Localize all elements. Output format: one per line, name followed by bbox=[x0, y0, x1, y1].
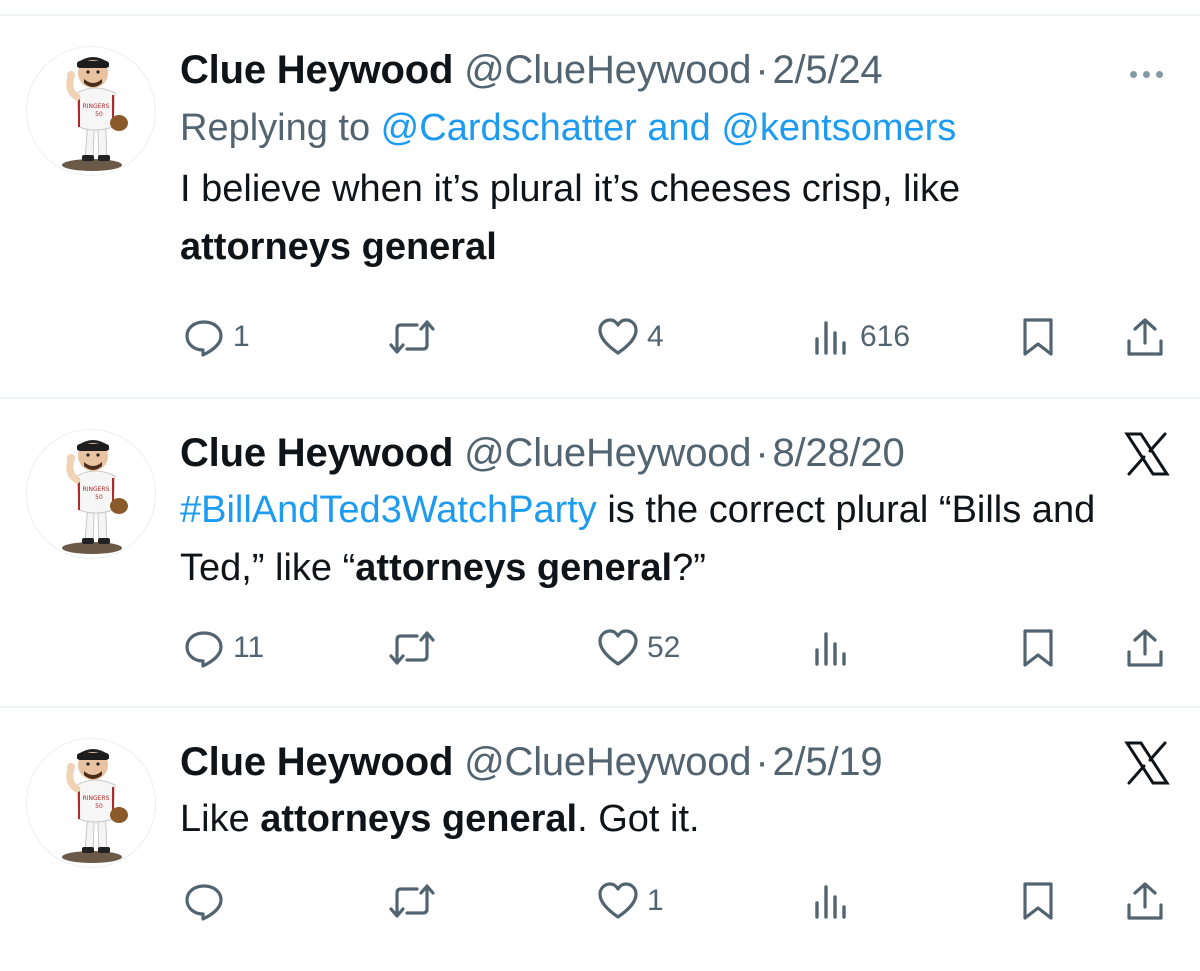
bold-text: attorneys general bbox=[180, 226, 497, 268]
separator-dot: · bbox=[755, 48, 769, 92]
reply-icon bbox=[185, 631, 223, 668]
retweet-button[interactable] bbox=[387, 628, 437, 668]
view-count: 616 bbox=[860, 320, 911, 353]
views-icon bbox=[815, 885, 846, 919]
author-handle[interactable]: @ClueHeywood bbox=[464, 48, 751, 92]
bookmark-icon bbox=[1023, 318, 1053, 356]
author-name[interactable]: Clue Heywood bbox=[180, 431, 453, 475]
reply-button[interactable]: 1 bbox=[183, 317, 250, 357]
share-button[interactable] bbox=[1124, 628, 1166, 668]
avatar[interactable]: RINGERS 50 bbox=[26, 738, 156, 868]
bookmark-button[interactable] bbox=[1017, 881, 1059, 921]
author-handle[interactable]: @ClueHeywood bbox=[464, 740, 751, 784]
bookmark-icon bbox=[1023, 629, 1053, 667]
share-button[interactable] bbox=[1124, 317, 1166, 357]
views-button[interactable] bbox=[810, 628, 860, 668]
tweet-header: Clue Heywood @ClueHeywood · 2/5/24 bbox=[180, 44, 1140, 96]
bold-text: attorneys general bbox=[260, 798, 578, 840]
action-bar: 11 52 bbox=[0, 628, 1200, 668]
like-count: 1 bbox=[647, 884, 664, 917]
like-button[interactable]: 52 bbox=[597, 628, 680, 668]
svg-text:RINGERS: RINGERS bbox=[83, 795, 110, 802]
tweet-content: Clue Heywood @ClueHeywood · 2/5/24 Replyin… bbox=[180, 44, 1140, 276]
svg-text:50: 50 bbox=[95, 803, 103, 810]
share-icon bbox=[1127, 882, 1163, 920]
like-count: 52 bbox=[647, 631, 681, 664]
replying-prefix: Replying to bbox=[180, 107, 381, 149]
like-count: 4 bbox=[647, 320, 664, 353]
mention-joiner: and bbox=[636, 107, 722, 149]
bobblehead-avatar-image: RINGERS 50 bbox=[62, 440, 128, 554]
retweet-button[interactable] bbox=[387, 881, 437, 921]
bold-text: attorneys general bbox=[355, 547, 673, 589]
mention-link[interactable]: @Cardschatter bbox=[381, 107, 637, 149]
tweet-1[interactable]: RINGERS 50 Clue Heywood @ClueHeywood · 2/5… bbox=[0, 16, 1200, 399]
separator-dot: · bbox=[755, 431, 769, 475]
author-name[interactable]: Clue Heywood bbox=[180, 48, 453, 92]
mention-link[interactable]: @kentsomers bbox=[721, 107, 956, 149]
svg-text:RINGERS: RINGERS bbox=[83, 103, 110, 110]
hashtag-link[interactable]: #BillAndTed3WatchParty bbox=[180, 489, 597, 531]
tweet-content: Clue Heywood @ClueHeywood · 8/28/20 #BillA… bbox=[180, 427, 1140, 597]
text-segment: ?” bbox=[672, 547, 706, 589]
tweet-date[interactable]: 2/5/19 bbox=[772, 740, 882, 784]
share-icon bbox=[1127, 629, 1163, 667]
share-button[interactable] bbox=[1124, 881, 1166, 921]
views-button[interactable]: 616 bbox=[810, 317, 910, 357]
reply-icon bbox=[185, 884, 223, 921]
heart-icon bbox=[598, 882, 638, 919]
retweet-icon bbox=[389, 884, 435, 918]
bookmark-button[interactable] bbox=[1017, 317, 1059, 357]
avatar[interactable]: RINGERS 50 bbox=[26, 429, 156, 559]
separator-dot: · bbox=[755, 740, 769, 784]
heart-icon bbox=[598, 318, 638, 355]
text-segment: . Got it. bbox=[577, 798, 700, 840]
svg-text:50: 50 bbox=[95, 111, 103, 118]
tweet-text: I believe when it’s plural it’s cheeses … bbox=[180, 160, 1140, 276]
action-bar: 1 bbox=[0, 881, 1200, 921]
reply-count: 1 bbox=[233, 320, 250, 353]
tweet-date[interactable]: 8/28/20 bbox=[772, 431, 904, 475]
replying-to: Replying to @Cardschatter and @kentsomer… bbox=[180, 102, 1140, 154]
heart-icon bbox=[598, 629, 638, 666]
svg-text:50: 50 bbox=[95, 494, 103, 501]
views-icon bbox=[815, 321, 846, 355]
bobblehead-avatar-image: RINGERS 50 bbox=[62, 749, 128, 863]
bookmark-button[interactable] bbox=[1017, 628, 1059, 668]
share-icon bbox=[1127, 318, 1163, 356]
tweet-header: Clue Heywood @ClueHeywood · 2/5/19 bbox=[180, 736, 1140, 788]
tweet-text: #BillAndTed3WatchParty is the correct pl… bbox=[180, 481, 1140, 597]
reply-button[interactable]: 11 bbox=[183, 628, 264, 668]
tweet-text: Like attorneys general. Got it. bbox=[180, 790, 1140, 848]
retweet-button[interactable] bbox=[387, 317, 437, 357]
svg-text:RINGERS: RINGERS bbox=[83, 486, 110, 493]
author-name[interactable]: Clue Heywood bbox=[180, 740, 453, 784]
text-segment: I believe when it’s plural it’s cheeses … bbox=[180, 168, 961, 210]
retweet-icon bbox=[389, 320, 435, 354]
reply-icon bbox=[185, 320, 223, 357]
reply-count: 11 bbox=[233, 631, 265, 664]
bookmark-icon bbox=[1023, 882, 1053, 920]
author-handle[interactable]: @ClueHeywood bbox=[464, 431, 751, 475]
retweet-icon bbox=[389, 631, 435, 665]
bobblehead-avatar-image: RINGERS 50 bbox=[62, 57, 128, 171]
tweet-header: Clue Heywood @ClueHeywood · 8/28/20 bbox=[180, 427, 1140, 479]
text-segment: Like bbox=[180, 798, 261, 840]
avatar[interactable]: RINGERS 50 bbox=[26, 46, 156, 176]
like-button[interactable]: 4 bbox=[597, 317, 664, 357]
tweet-content: Clue Heywood @ClueHeywood · 2/5/19 Like at… bbox=[180, 736, 1140, 848]
action-bar: 1 4 616 bbox=[0, 317, 1200, 357]
tweet-3[interactable]: RINGERS 50 Clue Heywood @ClueHeywood · 2/5… bbox=[0, 708, 1200, 971]
views-button[interactable] bbox=[810, 881, 860, 921]
like-button[interactable]: 1 bbox=[597, 881, 664, 921]
views-icon bbox=[815, 632, 846, 666]
tweet-date[interactable]: 2/5/24 bbox=[772, 48, 882, 92]
tweet-2[interactable]: RINGERS 50 Clue Heywood @ClueHeywood · 8/2… bbox=[0, 399, 1200, 708]
reply-button[interactable] bbox=[183, 881, 233, 921]
